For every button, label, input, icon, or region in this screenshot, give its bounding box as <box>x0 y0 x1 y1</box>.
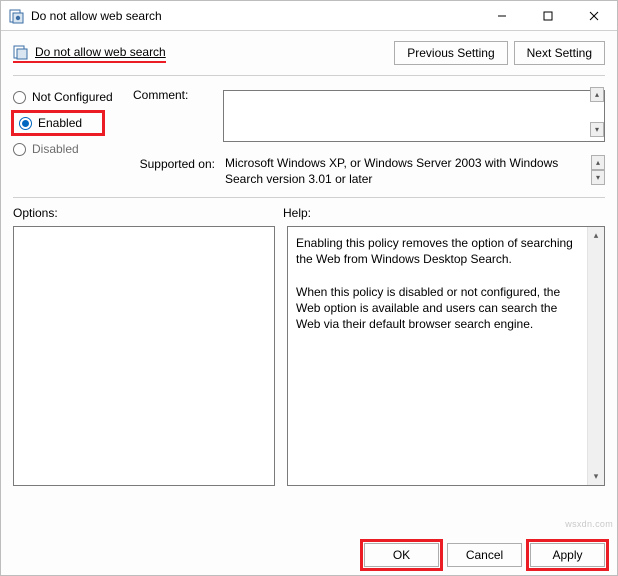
scroll-up-button[interactable]: ▴ <box>590 87 604 102</box>
scroll-track[interactable] <box>588 244 604 468</box>
radio-not-configured[interactable]: Not Configured <box>13 86 133 108</box>
help-paragraph: Enabling this policy removes the option … <box>296 235 584 267</box>
scroll-down-icon[interactable]: ▾ <box>588 468 604 485</box>
panel-labels: Options: Help: <box>1 204 617 226</box>
state-radio-group: Not Configured Enabled Disabled <box>13 86 133 191</box>
help-text: Enabling this policy removes the option … <box>288 227 604 485</box>
comment-input[interactable] <box>223 90 605 142</box>
ok-button[interactable]: OK <box>364 543 439 567</box>
radio-enabled[interactable]: Enabled <box>13 112 103 134</box>
scrollbar[interactable]: ▴ ▾ <box>587 227 604 485</box>
watermark: wsxdn.com <box>565 519 613 529</box>
radio-dot-icon <box>13 91 26 104</box>
comment-label: Comment: <box>133 86 223 145</box>
scroll-down-button[interactable]: ▾ <box>590 122 604 137</box>
config-area: Not Configured Enabled Disabled Comment:… <box>1 76 617 193</box>
policy-icon <box>13 44 29 60</box>
radio-label: Enabled <box>38 116 82 130</box>
radio-label: Disabled <box>32 142 79 156</box>
radio-dot-icon <box>19 117 32 130</box>
window-title: Do not allow web search <box>31 9 479 23</box>
scroll-down-button[interactable]: ▾ <box>591 170 605 185</box>
radio-dot-icon <box>13 143 26 156</box>
next-setting-button[interactable]: Next Setting <box>514 41 605 65</box>
apply-button[interactable]: Apply <box>530 543 605 567</box>
policy-title-text: Do not allow web search <box>35 45 166 59</box>
help-panel: Enabling this policy removes the option … <box>287 226 605 486</box>
scroll-up-button[interactable]: ▴ <box>591 155 605 170</box>
minimize-button[interactable] <box>479 1 525 31</box>
help-label: Help: <box>283 206 311 220</box>
help-paragraph: When this policy is disabled or not conf… <box>296 284 584 333</box>
dialog-buttons: OK Cancel Apply <box>364 543 605 567</box>
supported-on-label: Supported on: <box>133 155 223 191</box>
header-row: Do not allow web search Previous Setting… <box>1 31 617 71</box>
scroll-up-icon[interactable]: ▴ <box>588 227 604 244</box>
policy-icon <box>9 8 25 24</box>
supported-on-value: Microsoft Windows XP, or Windows Server … <box>223 155 605 191</box>
previous-setting-button[interactable]: Previous Setting <box>394 41 507 65</box>
radio-label: Not Configured <box>32 90 113 104</box>
meta-column: Comment: ▴ ▾ Supported on: Microsoft Win… <box>133 86 605 191</box>
policy-title-link[interactable]: Do not allow web search <box>13 44 166 63</box>
panels-row: Enabling this policy removes the option … <box>1 226 617 486</box>
options-panel <box>13 226 275 486</box>
radio-disabled[interactable]: Disabled <box>13 138 133 160</box>
title-bar: Do not allow web search <box>1 1 617 31</box>
options-label: Options: <box>13 206 283 220</box>
window-controls <box>479 1 617 31</box>
cancel-button[interactable]: Cancel <box>447 543 522 567</box>
divider <box>13 197 605 198</box>
maximize-button[interactable] <box>525 1 571 31</box>
close-button[interactable] <box>571 1 617 31</box>
